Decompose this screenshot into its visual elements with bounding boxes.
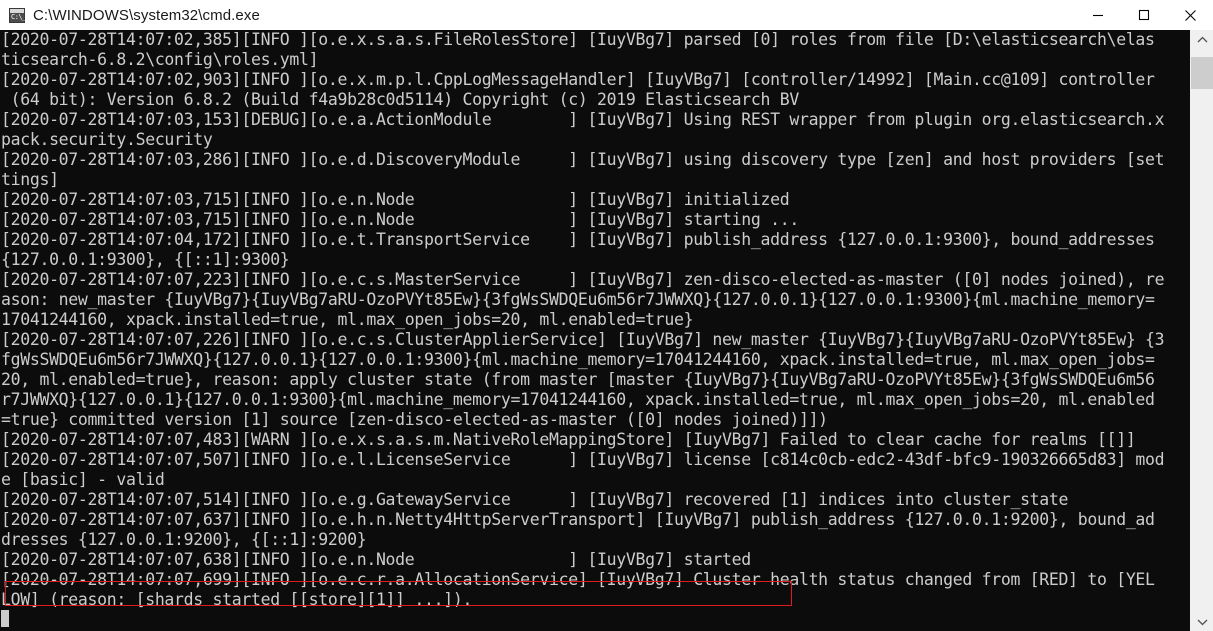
log-line: [2020-07-28T14:07:03,153][DEBUG][o.e.a.A… [1, 110, 1165, 129]
log-line: [2020-07-28T14:07:03,286][INFO ][o.e.d.D… [1, 150, 1165, 169]
scrollbar-track[interactable] [1191, 49, 1213, 612]
cmd-window: C:\WINDOWS\system32\cmd.exe [0, 0, 1213, 631]
log-line: [2020-07-28T14:07:02,903][INFO ][o.e.x.m… [1, 70, 1155, 89]
window-title: C:\WINDOWS\system32\cmd.exe [33, 6, 260, 24]
log-line: [2020-07-28T14:07:07,699][INFO ][o.e.c.r… [1, 570, 1155, 589]
log-line: fgWsSWDQEu6m56r7JWWXQ}{127.0.0.1}{127.0.… [1, 350, 1155, 369]
cmd-console-icon [9, 7, 26, 23]
log-line: [2020-07-28T14:07:03,715][INFO ][o.e.n.N… [1, 210, 799, 229]
window-controls [1075, 0, 1213, 30]
log-line: =true} committed version [1] source [zen… [1, 410, 828, 429]
chevron-down-icon [1197, 619, 1207, 625]
title-bar[interactable]: C:\WINDOWS\system32\cmd.exe [0, 0, 1213, 30]
log-line: [2020-07-28T14:07:07,514][INFO ][o.e.g.G… [1, 490, 1069, 509]
log-line: [2020-07-28T14:07:07,637][INFO ][o.e.h.n… [1, 510, 1155, 529]
close-button[interactable] [1167, 0, 1213, 30]
log-line: {127.0.0.1:9300}, {[::1]:9300} [1, 250, 290, 269]
minimize-icon [1093, 14, 1103, 17]
log-line: [2020-07-28T14:07:07,223][INFO ][o.e.c.s… [1, 270, 1165, 289]
scrollbar-thumb[interactable] [1191, 57, 1213, 89]
log-line: [2020-07-28T14:07:04,172][INFO ][o.e.t.T… [1, 230, 1155, 249]
log-line: e [basic] - valid [1, 470, 165, 489]
vertical-scrollbar[interactable] [1190, 30, 1213, 631]
log-line: LOW] (reason: [shards started [[store][1… [1, 590, 473, 609]
close-icon [1184, 9, 1196, 21]
minimize-button[interactable] [1075, 0, 1121, 30]
log-line: ticsearch-6.8.2\config\roles.yml] [1, 50, 319, 69]
text-cursor [1, 610, 9, 627]
console-output[interactable]: [2020-07-28T14:07:02,385][INFO ][o.e.x.s… [0, 30, 1190, 631]
log-line: [2020-07-28T14:07:02,385][INFO ][o.e.x.s… [1, 30, 1155, 49]
scroll-up-button[interactable] [1191, 30, 1213, 49]
log-line: [2020-07-28T14:07:07,483][WARN ][o.e.x.s… [1, 430, 1136, 449]
log-line: tings] [1, 170, 59, 189]
log-line: (64 bit): Version 6.8.2 (Build f4a9b28c0… [1, 90, 800, 109]
log-line: 17041244160, xpack.installed=true, ml.ma… [1, 310, 694, 329]
maximize-button[interactable] [1121, 0, 1167, 30]
log-lines: [2020-07-28T14:07:02,385][INFO ][o.e.x.s… [0, 30, 1190, 610]
log-line: [2020-07-28T14:07:07,507][INFO ][o.e.l.L… [1, 450, 1165, 469]
log-line: r7JWWXQ}{127.0.0.1}{127.0.0.1:9300}{ml.m… [1, 390, 1155, 409]
log-line: ason: new_master {IuyVBg7}{IuyVBg7aRU-Oz… [1, 290, 1155, 309]
log-line: [2020-07-28T14:07:07,226][INFO ][o.e.c.s… [1, 330, 1165, 349]
maximize-icon [1138, 9, 1150, 21]
chevron-up-icon [1197, 36, 1207, 42]
log-line: pack.security.Security [1, 130, 213, 149]
console-area: [2020-07-28T14:07:02,385][INFO ][o.e.x.s… [0, 30, 1213, 631]
scroll-down-button[interactable] [1191, 612, 1213, 631]
log-line: [2020-07-28T14:07:03,715][INFO ][o.e.n.N… [1, 190, 790, 209]
log-line: dresses {127.0.0.1:9200}, {[::1]:9200} [1, 530, 367, 549]
log-line: [2020-07-28T14:07:07,638][INFO ][o.e.n.N… [1, 550, 751, 569]
log-line: 20, ml.enabled=true}, reason: apply clus… [1, 370, 1155, 389]
